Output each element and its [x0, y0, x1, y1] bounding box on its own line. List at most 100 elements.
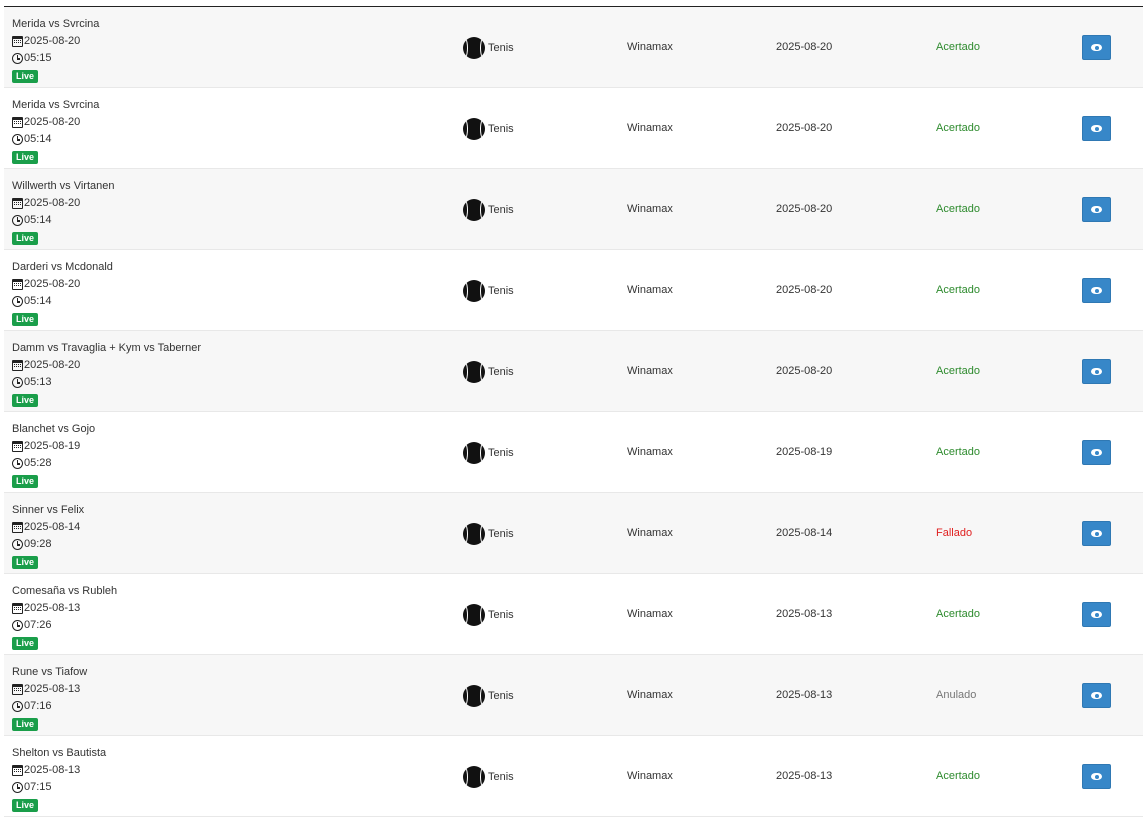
calendar-icon: [12, 684, 23, 695]
view-button[interactable]: [1082, 602, 1111, 627]
sport-label: Tenis: [488, 609, 514, 621]
event-title: Merida vs Svrcina: [12, 99, 100, 111]
table-row: Shelton vs Bautista 2025-08-13 07:15 Liv…: [4, 736, 1143, 817]
bookmaker-cell: Winamax: [627, 608, 673, 620]
event-time: 09:28: [12, 536, 84, 553]
result-status: Acertado: [936, 41, 981, 53]
clock-icon: [12, 134, 23, 145]
event-time-text: 05:28: [24, 457, 52, 469]
sport-label: Tenis: [488, 204, 514, 216]
clock-icon: [12, 539, 23, 550]
event-cell: Sinner vs Felix 2025-08-14 09:28 Live: [12, 502, 84, 571]
sport-label: Tenis: [488, 771, 514, 783]
event-title: Darderi vs Mcdonald: [12, 261, 113, 273]
calendar-icon: [12, 117, 23, 128]
bookmaker-cell: Winamax: [627, 770, 673, 782]
eye-icon: [1091, 530, 1102, 537]
event-date-text: 2025-08-20: [24, 197, 81, 209]
event-cell: Shelton vs Bautista 2025-08-13 07:15 Liv…: [12, 745, 106, 814]
settled-date-cell: 2025-08-13: [776, 689, 833, 701]
event-date: 2025-08-13: [12, 681, 87, 698]
event-title: Damm vs Travaglia + Kym vs Taberner: [12, 342, 201, 354]
event-cell: Merida vs Svrcina 2025-08-20 05:15 Live: [12, 16, 99, 85]
result-status: Acertado: [936, 608, 981, 620]
event-date: 2025-08-20: [12, 114, 99, 131]
sport-cell: Tenis: [463, 442, 514, 464]
settled-date-cell: 2025-08-14: [776, 527, 833, 539]
event-time: 05:15: [12, 50, 99, 67]
clock-icon: [12, 701, 23, 712]
view-button[interactable]: [1082, 35, 1111, 60]
live-badge: Live: [12, 475, 39, 488]
view-button[interactable]: [1082, 278, 1111, 303]
event-time: 05:14: [12, 131, 99, 148]
event-title: Merida vs Svrcina: [12, 18, 100, 30]
tennis-ball-icon: [463, 442, 485, 464]
event-title: Rune vs Tiafow: [12, 666, 88, 678]
event-date: 2025-08-20: [12, 33, 99, 50]
event-title: Blanchet vs Gojo: [12, 423, 96, 435]
table-row: Darderi vs Mcdonald 2025-08-20 05:14 Liv…: [4, 250, 1143, 331]
settled-date-cell: 2025-08-20: [776, 203, 833, 215]
event-time-text: 05:14: [24, 295, 52, 307]
view-button[interactable]: [1082, 683, 1111, 708]
table-row: Damm vs Travaglia + Kym vs Taberner 2025…: [4, 331, 1143, 412]
event-time-text: 05:14: [24, 214, 52, 226]
view-button[interactable]: [1082, 764, 1111, 789]
sport-cell: Tenis: [463, 523, 514, 545]
event-time: 05:13: [12, 374, 201, 391]
sport-label: Tenis: [488, 690, 514, 702]
view-button[interactable]: [1082, 440, 1111, 465]
event-cell: Merida vs Svrcina 2025-08-20 05:14 Live: [12, 97, 99, 166]
clock-icon: [12, 215, 23, 226]
live-badge: Live: [12, 151, 39, 164]
bookmaker-cell: Winamax: [627, 527, 673, 539]
event-date: 2025-08-20: [12, 195, 115, 212]
sport-cell: Tenis: [463, 118, 514, 140]
event-cell: Darderi vs Mcdonald 2025-08-20 05:14 Liv…: [12, 259, 113, 328]
sport-cell: Tenis: [463, 361, 514, 383]
table-row: Sinner vs Felix 2025-08-14 09:28 Live Te…: [4, 493, 1143, 574]
event-cell: Damm vs Travaglia + Kym vs Taberner 2025…: [12, 340, 201, 409]
calendar-icon: [12, 765, 23, 776]
sport-cell: Tenis: [463, 685, 514, 707]
event-date-text: 2025-08-13: [24, 764, 81, 776]
settled-date-cell: 2025-08-20: [776, 122, 833, 134]
tennis-ball-icon: [463, 199, 485, 221]
event-date-text: 2025-08-20: [24, 116, 81, 128]
table-row: Comesaña vs Rubleh 2025-08-13 07:26 Live…: [4, 574, 1143, 655]
event-date: 2025-08-20: [12, 276, 113, 293]
settled-date-cell: 2025-08-20: [776, 41, 833, 53]
settled-date-cell: 2025-08-13: [776, 770, 833, 782]
event-time-text: 09:28: [24, 538, 52, 550]
view-button[interactable]: [1082, 521, 1111, 546]
event-time: 05:14: [12, 293, 113, 310]
event-time-text: 05:15: [24, 52, 52, 64]
event-time-text: 07:26: [24, 619, 52, 631]
result-status: Acertado: [936, 365, 981, 377]
calendar-icon: [12, 198, 23, 209]
eye-icon: [1091, 773, 1102, 780]
sport-label: Tenis: [488, 528, 514, 540]
event-time-text: 07:15: [24, 781, 52, 793]
view-button[interactable]: [1082, 116, 1111, 141]
event-time-text: 05:14: [24, 133, 52, 145]
table-row: Merida vs Svrcina 2025-08-20 05:15 Live …: [4, 7, 1143, 88]
event-title: Willwerth vs Virtanen: [12, 180, 115, 192]
calendar-icon: [12, 441, 23, 452]
bookmaker-cell: Winamax: [627, 203, 673, 215]
result-status: Acertado: [936, 122, 981, 134]
calendar-icon: [12, 360, 23, 371]
view-button[interactable]: [1082, 197, 1111, 222]
event-title: Sinner vs Felix: [12, 504, 85, 516]
event-date-text: 2025-08-20: [24, 359, 81, 371]
result-status: Acertado: [936, 203, 981, 215]
view-button[interactable]: [1082, 359, 1111, 384]
calendar-icon: [12, 36, 23, 47]
table-row: Blanchet vs Gojo 2025-08-19 05:28 Live T…: [4, 412, 1143, 493]
clock-icon: [12, 296, 23, 307]
bookmaker-cell: Winamax: [627, 122, 673, 134]
event-cell: Willwerth vs Virtanen 2025-08-20 05:14 L…: [12, 178, 115, 247]
sport-label: Tenis: [488, 447, 514, 459]
event-time: 07:15: [12, 779, 106, 796]
